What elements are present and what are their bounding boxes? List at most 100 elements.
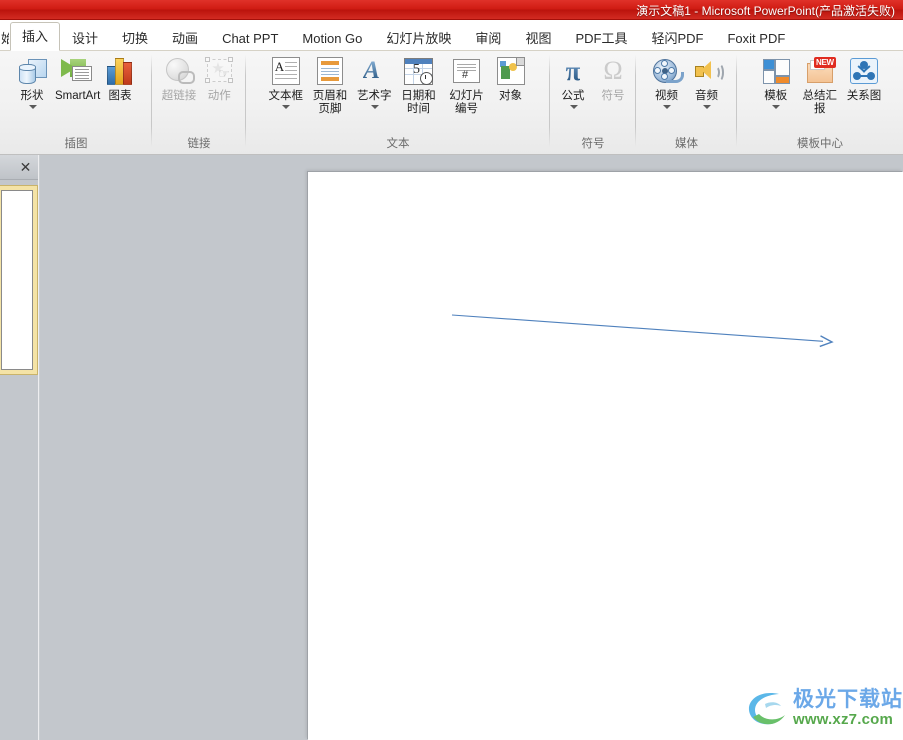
slide-shapes-layer — [451, 314, 834, 348]
ribbon-button-label: SmartArt — [55, 90, 101, 102]
window-title: 演示文稿1 - Microsoft PowerPoint(产品激活失败) — [636, 4, 895, 18]
ribbon-button-关系图[interactable]: 关系图 — [844, 53, 885, 103]
ribbon-button-label: 模板 — [764, 90, 788, 102]
arrow-line[interactable] — [451, 314, 824, 342]
ribbon-button-label: 幻灯片编号 — [449, 90, 484, 115]
slide-thumbnail-1[interactable] — [0, 185, 38, 375]
ribbon-group-插图: 形状 SmartArt 图表 插图 — [0, 51, 152, 154]
wordart-icon: A — [363, 57, 380, 84]
ribbon-group-label: 模板中心 — [797, 138, 843, 150]
audio-icon — [691, 55, 724, 87]
close-icon[interactable]: ✕ — [17, 158, 34, 175]
ribbon-button-形状[interactable]: 形状 — [12, 53, 52, 111]
ribbon-button-幻灯片编号[interactable]: # 幻灯片编号 — [443, 53, 491, 115]
ribbon-button-label: 艺术字 — [357, 90, 392, 102]
ribbon-group-items: A 文本框 页眉和页脚 A 艺术字 5 日期和时间 # 幻灯片编号 对象 — [246, 53, 550, 131]
slide-thumbnail-pane: ✕ — [0, 155, 38, 740]
ribbon-button-label: 总结汇报 — [802, 90, 838, 115]
ribbon-button-公式[interactable]: π 公式 — [553, 53, 593, 111]
ribbon-group-items: π 公式 Ω 符号 — [550, 53, 636, 131]
tab-轻闪pdf[interactable]: 轻闪PDF — [639, 25, 715, 51]
ribbon-button-动作: ★ ☞ 动作 — [199, 53, 239, 103]
tab-foxit-pdf[interactable]: Foxit PDF — [715, 25, 797, 51]
ribbon-button-label: 对象 — [499, 90, 522, 102]
ribbon-button-图表[interactable]: 图表 — [100, 53, 140, 103]
date-time-icon: 5 — [403, 55, 435, 87]
workspace: ✕ — [0, 155, 903, 740]
ribbon-button-总结汇报[interactable]: NEW 总结汇报 — [796, 53, 844, 115]
chevron-down-icon[interactable] — [569, 104, 578, 111]
tab-motion-go[interactable]: Motion Go — [290, 25, 374, 51]
ribbon-button-页眉和页脚[interactable]: 页眉和页脚 — [306, 53, 354, 115]
ribbon-group-items: 模板 NEW 总结汇报 关系图 — [737, 53, 903, 131]
tab-始[interactable]: 始 — [0, 25, 10, 51]
ribbon-button-艺术字[interactable]: A 艺术字 — [354, 53, 395, 111]
chevron-down-icon[interactable] — [771, 104, 781, 111]
watermark-text: 极光下载站 www.xz7.com — [793, 688, 903, 728]
ribbon-button-label: 关系图 — [846, 90, 882, 102]
ribbon-button-label: 页眉和页脚 — [312, 90, 348, 115]
ribbon-button-label: 形状 — [20, 90, 44, 102]
ribbon-button-日期和时间[interactable]: 5 日期和时间 — [395, 53, 443, 115]
template-icon — [760, 55, 792, 87]
powerpoint-window: 演示文稿1 - Microsoft PowerPoint(产品激活失败) 始插入… — [0, 0, 903, 740]
ribbon-button-SmartArt[interactable]: SmartArt — [52, 53, 100, 103]
ribbon-button-label: 音频 — [695, 90, 718, 102]
relationship-diagram-icon — [848, 55, 880, 87]
watermark-logo-icon — [745, 687, 791, 729]
ribbon-group-items: 形状 SmartArt 图表 — [0, 53, 152, 131]
ribbon-button-音频[interactable]: 音频 — [687, 53, 727, 111]
ribbon-button-超链接: 超链接 — [159, 53, 200, 103]
ribbon-tabs: 始插入设计切换动画Chat PPTMotion Go幻灯片放映审阅视图PDF工具… — [0, 20, 797, 51]
tab-视图[interactable]: 视图 — [513, 25, 563, 51]
chevron-down-icon[interactable] — [281, 104, 291, 111]
symbol-icon: Ω — [603, 56, 623, 85]
chevron-down-icon[interactable] — [370, 104, 379, 111]
title-bar: 演示文稿1 - Microsoft PowerPoint(产品激活失败) — [0, 0, 903, 20]
ribbon-group-label: 链接 — [187, 138, 211, 150]
header-footer-icon — [314, 55, 346, 87]
video-icon — [651, 55, 684, 87]
slide-editor — [40, 155, 903, 740]
tab-pdf工具[interactable]: PDF工具 — [563, 25, 639, 51]
tab-设计[interactable]: 设计 — [60, 25, 110, 51]
ribbon-button-label: 超链接 — [161, 90, 197, 102]
hyperlink-icon — [163, 55, 195, 87]
chevron-down-icon[interactable] — [28, 104, 37, 111]
site-watermark: 极光下载站 www.xz7.com — [745, 683, 902, 733]
slide-number-icon: # — [451, 55, 483, 87]
tab-幻灯片放映[interactable]: 幻灯片放映 — [374, 25, 463, 51]
thumbnail-pane-header: ✕ — [0, 155, 38, 180]
ribbon-button-对象[interactable]: 对象 — [491, 53, 531, 103]
ribbon-group-label: 符号 — [581, 138, 605, 150]
equation-icon: π — [565, 56, 581, 86]
chevron-down-icon[interactable] — [702, 104, 711, 111]
ribbon-button-label: 视频 — [655, 90, 678, 102]
tab-切换[interactable]: 切换 — [110, 25, 160, 51]
ribbon-button-label: 日期和时间 — [401, 90, 436, 115]
tab-chat-ppt[interactable]: Chat PPT — [210, 25, 290, 51]
tab-审阅[interactable]: 审阅 — [463, 25, 513, 51]
ribbon: 形状 SmartArt 图表 插图 超链接 ★ ☞ 动作 链接 A 文本框 页眉和页脚 A 艺术字 5 日期和… — [0, 51, 903, 155]
ribbon-button-label: 动作 — [207, 90, 231, 102]
object-icon — [495, 55, 527, 87]
ribbon-button-文本框[interactable]: A 文本框 — [266, 53, 307, 111]
ribbon-tab-strip: 始插入设计切换动画Chat PPTMotion Go幻灯片放映审阅视图PDF工具… — [0, 20, 903, 51]
ribbon-group-label: 文本 — [386, 138, 410, 150]
chevron-down-icon[interactable] — [662, 104, 671, 111]
tab-动画[interactable]: 动画 — [160, 25, 210, 51]
ribbon-button-模板[interactable]: 模板 — [756, 53, 796, 111]
summary-report-icon: NEW — [804, 55, 836, 87]
ribbon-button-label: 图表 — [108, 90, 132, 102]
tab-插入[interactable]: 插入 — [10, 22, 61, 51]
ribbon-group-items: 视频 音频 — [636, 53, 737, 131]
chart-icon — [104, 55, 136, 87]
ribbon-button-label: 文本框 — [268, 90, 304, 102]
ribbon-button-符号: Ω 符号 — [593, 53, 633, 103]
ribbon-group-文本: A 文本框 页眉和页脚 A 艺术字 5 日期和时间 # 幻灯片编号 对象文本 — [246, 51, 550, 154]
ribbon-button-label: 公式 — [561, 90, 585, 102]
ribbon-button-视频[interactable]: 视频 — [647, 53, 687, 111]
slide-thumbnail-1-preview — [1, 190, 33, 370]
slide-canvas[interactable] — [308, 172, 903, 740]
textbox-icon: A — [270, 55, 302, 87]
